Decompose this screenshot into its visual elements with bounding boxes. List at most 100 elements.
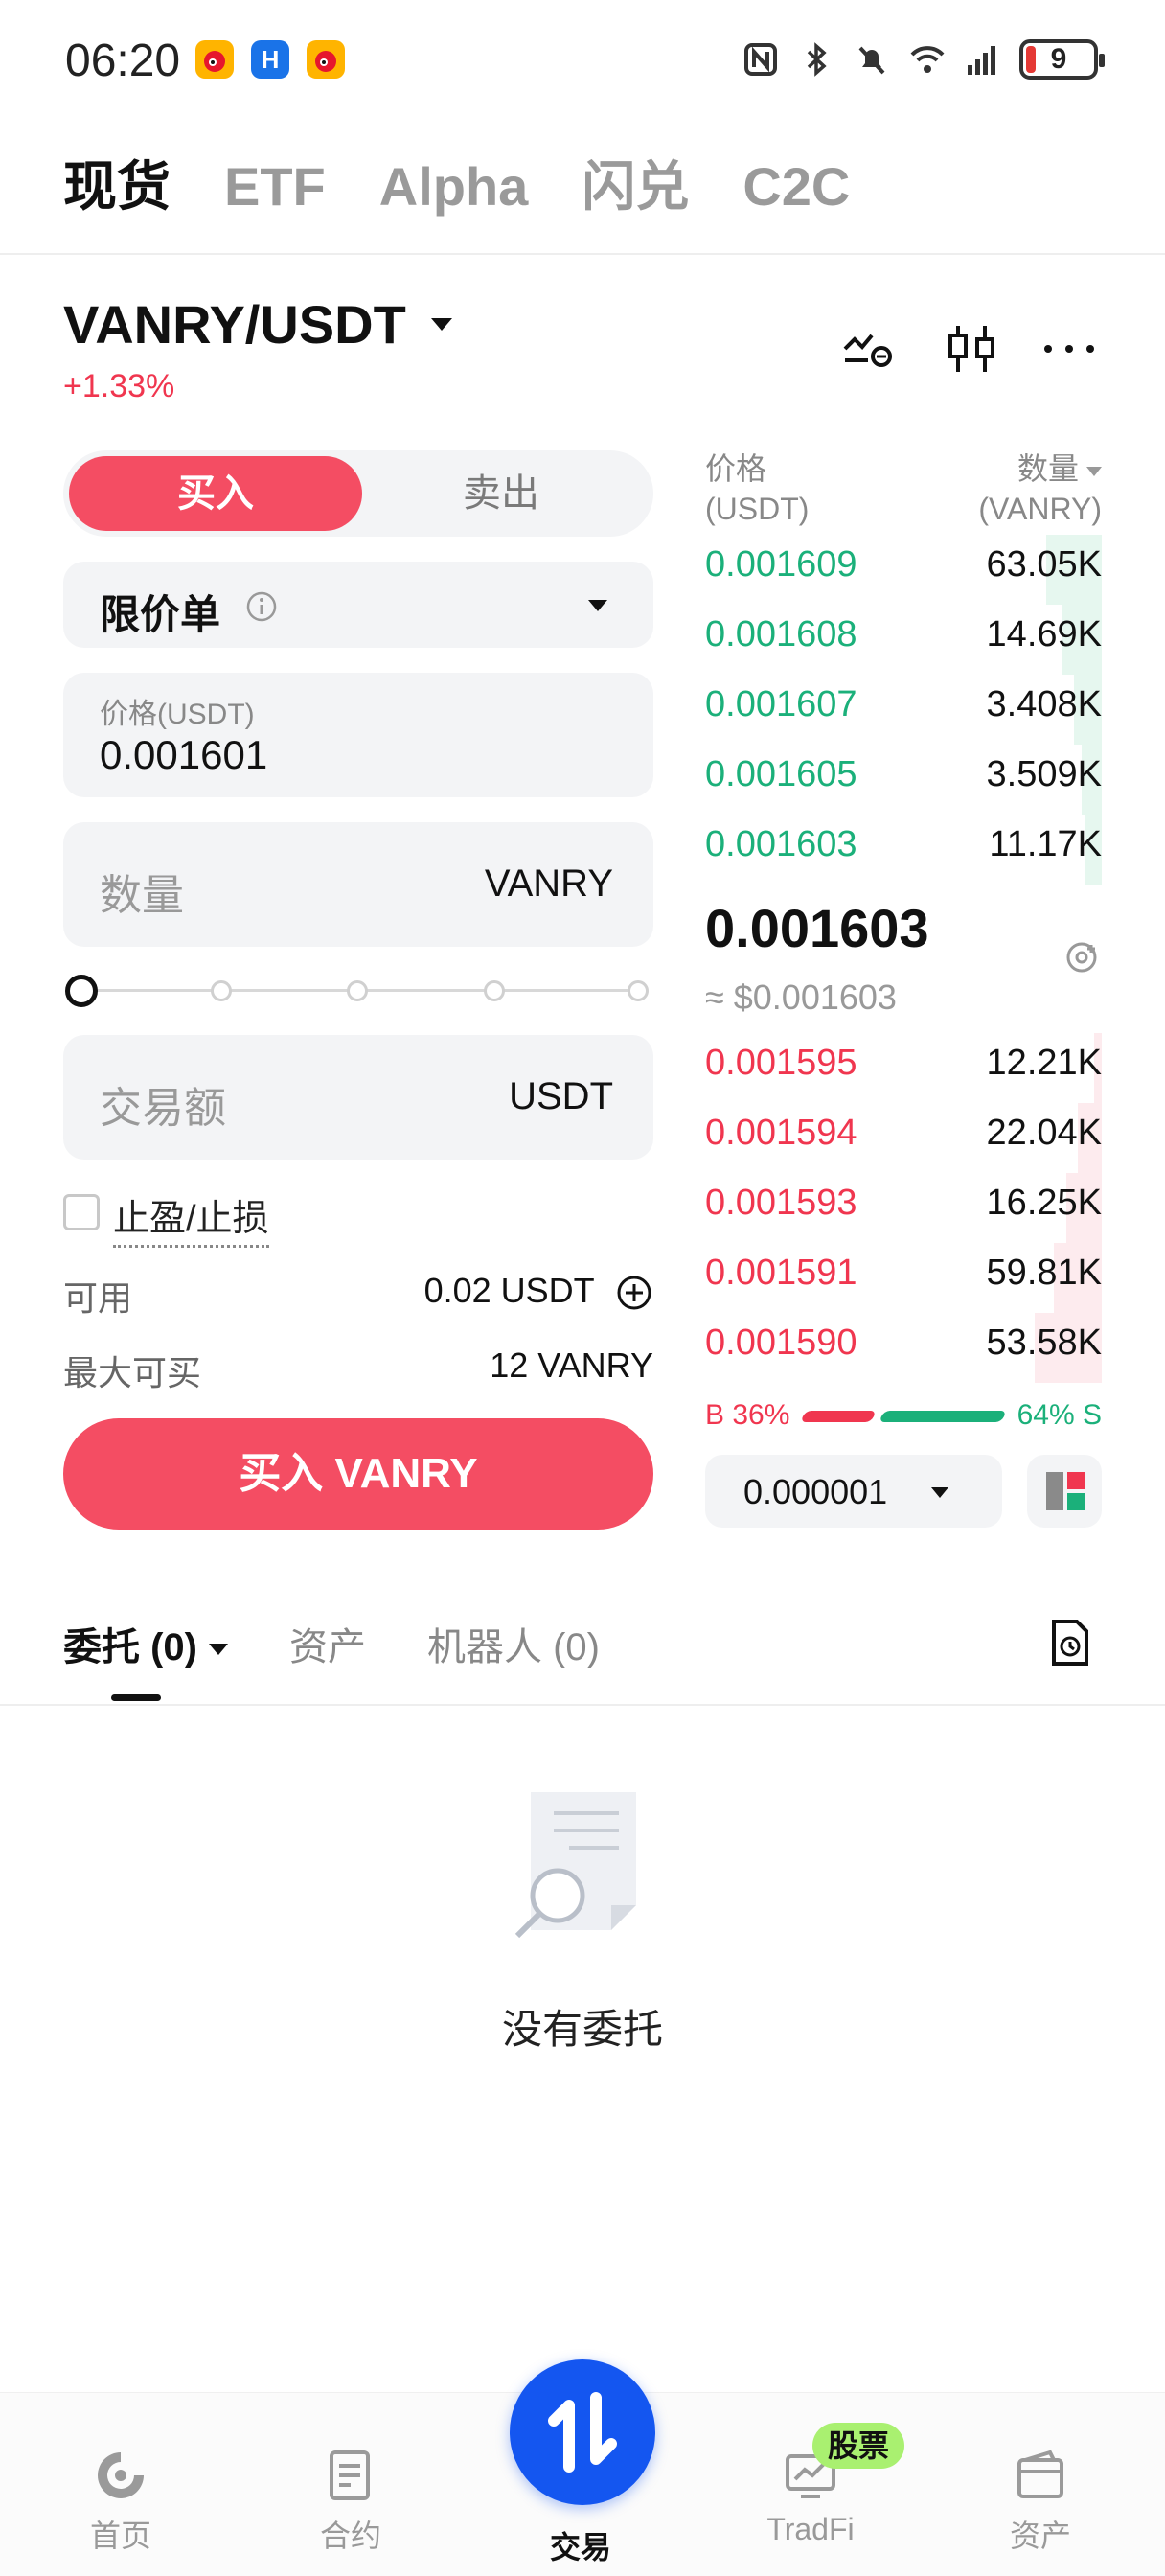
buy-tab[interactable]: 买入 <box>69 456 362 531</box>
buy-ratio: B 36% <box>705 1399 790 1431</box>
info-icon[interactable] <box>245 590 278 623</box>
chart-toggle-icon[interactable] <box>839 320 897 378</box>
status-bar: 06:20 H 9 <box>0 0 1165 115</box>
chevron-down-icon <box>931 1487 948 1498</box>
orderbook-qty-header[interactable]: 数量 (VANRY) <box>978 448 1102 529</box>
slider-step-25[interactable] <box>211 980 232 1001</box>
price-value[interactable]: 0.001601 <box>100 732 267 778</box>
price-alert-icon[interactable] <box>1063 939 1100 976</box>
qty-header-label: 数量 <box>1017 451 1079 486</box>
ask-row[interactable]: 0.001603 11.17K <box>705 815 1102 885</box>
header-divider <box>0 253 1165 255</box>
available-value: 0.02 USDT <box>423 1271 594 1310</box>
nfc-icon <box>744 43 777 76</box>
buy-submit-button[interactable]: 买入 VANRY <box>63 1418 653 1530</box>
empty-document-icon <box>514 1792 636 1939</box>
nav-futures[interactable]: 合约 <box>274 2447 427 2556</box>
bid-row[interactable]: 0.001595 12.21K <box>705 1033 1102 1103</box>
last-price: 0.001603 <box>705 898 929 958</box>
orders-divider <box>0 1704 1165 1706</box>
tab-alpha[interactable]: Alpha <box>379 155 529 218</box>
bid-qty: 53.58K <box>986 1322 1102 1363</box>
candlestick-icon[interactable] <box>943 320 1000 378</box>
ask-price: 0.001607 <box>705 684 857 724</box>
ask-price: 0.001608 <box>705 614 857 655</box>
ask-row[interactable]: 0.001608 14.69K <box>705 605 1102 675</box>
nav-futures-label: 合约 <box>319 2518 381 2553</box>
battery-icon: 9 <box>1019 39 1105 80</box>
orderbook-layout-button[interactable] <box>1027 1455 1102 1528</box>
bid-row[interactable]: 0.001591 59.81K <box>705 1243 1102 1313</box>
tab-open-orders-label: 委托 (0) <box>63 1626 197 1668</box>
signal-icon <box>968 46 995 75</box>
ask-row[interactable]: 0.001607 3.408K <box>705 675 1102 745</box>
quantity-input[interactable]: 数量 VANRY <box>63 822 653 947</box>
bid-row[interactable]: 0.001590 53.58K <box>705 1313 1102 1383</box>
tab-c2c[interactable]: C2C <box>742 155 850 218</box>
max-buy-value: 12 VANRY <box>490 1346 653 1385</box>
sell-tab[interactable]: 卖出 <box>354 456 648 531</box>
tick-size-select[interactable]: 0.000001 <box>705 1455 1002 1528</box>
chevron-down-icon <box>209 1644 228 1656</box>
tab-open-orders[interactable]: 委托 (0) <box>63 1616 228 1671</box>
mute-icon <box>858 46 885 75</box>
pair-selector[interactable]: VANRY/USDT <box>63 293 406 356</box>
bid-row[interactable]: 0.001594 22.04K <box>705 1103 1102 1173</box>
layout-icon <box>1046 1472 1085 1510</box>
ask-price: 0.001609 <box>705 544 857 585</box>
buy-ratio-bar <box>800 1411 877 1422</box>
status-time: 06:20 <box>65 35 181 86</box>
tpsl-checkbox[interactable] <box>63 1194 100 1230</box>
slider-handle[interactable] <box>65 975 98 1007</box>
order-history-icon[interactable] <box>1046 1616 1094 1669</box>
tab-assets[interactable]: 资产 <box>289 1616 366 1671</box>
nav-assets-label: 资产 <box>1009 2518 1071 2553</box>
tab-spot[interactable]: 现货 <box>63 144 171 221</box>
ask-qty: 14.69K <box>986 614 1102 655</box>
tab-etf[interactable]: ETF <box>224 155 326 218</box>
tab-convert[interactable]: 闪兑 <box>582 144 689 221</box>
slider-step-100[interactable] <box>628 980 649 1001</box>
trade-fab-button[interactable] <box>510 2359 655 2505</box>
nav-home-label: 首页 <box>89 2518 151 2553</box>
nav-home[interactable]: 首页 <box>44 2447 197 2556</box>
pair-change: +1.33% <box>63 368 175 404</box>
battery-level: 9 <box>1050 43 1067 75</box>
slider-step-50[interactable] <box>347 980 368 1001</box>
ask-row[interactable]: 0.001605 3.509K <box>705 745 1102 815</box>
empty-state-text: 没有委托 <box>501 2007 663 2052</box>
bid-price: 0.001590 <box>705 1322 857 1363</box>
orders-tabs: 委托 (0) 资产 机器人 (0) <box>63 1616 600 1671</box>
total-placeholder: 交易额 <box>100 1085 226 1132</box>
total-input[interactable]: 交易额 USDT <box>63 1035 653 1160</box>
max-buy-label: 最大可买 <box>63 1353 202 1392</box>
side-toggle: 买入 卖出 <box>63 450 653 537</box>
ask-qty: 11.17K <box>989 824 1102 864</box>
tpsl-label[interactable]: 止盈/止损 <box>113 1188 269 1248</box>
bid-row[interactable]: 0.001593 16.25K <box>705 1173 1102 1243</box>
nav-tradfi-label: TradFi <box>766 2512 855 2546</box>
active-tab-indicator <box>111 1694 161 1701</box>
add-funds-icon[interactable] <box>615 1274 653 1312</box>
last-price-usd: ≈ $0.001603 <box>705 978 897 1017</box>
more-icon[interactable] <box>1040 320 1098 378</box>
order-type-select[interactable]: 限价单 <box>63 562 653 648</box>
chevron-down-icon[interactable] <box>431 318 452 331</box>
slider-step-75[interactable] <box>484 980 505 1001</box>
nav-assets[interactable]: 资产 <box>964 2447 1117 2556</box>
available-value-wrap: 0.02 USDT <box>424 1271 653 1312</box>
total-unit: USDT <box>509 1075 613 1117</box>
bluetooth-icon <box>807 42 827 77</box>
price-input[interactable]: 价格(USDT) 0.001601 <box>63 673 653 797</box>
wifi-icon <box>910 46 945 73</box>
tab-bots[interactable]: 机器人 (0) <box>427 1616 600 1671</box>
home-icon <box>98 2452 144 2498</box>
ask-row[interactable]: 0.001609 63.05K <box>705 535 1102 605</box>
chevron-down-icon <box>1086 466 1102 476</box>
nav-trade[interactable]: 交易 <box>504 2516 657 2567</box>
quantity-unit: VANRY <box>484 862 613 905</box>
chevron-down-icon <box>588 600 607 611</box>
ask-qty: 63.05K <box>986 544 1102 585</box>
bid-qty: 16.25K <box>986 1183 1102 1223</box>
stocks-badge: 股票 <box>812 2423 905 2469</box>
